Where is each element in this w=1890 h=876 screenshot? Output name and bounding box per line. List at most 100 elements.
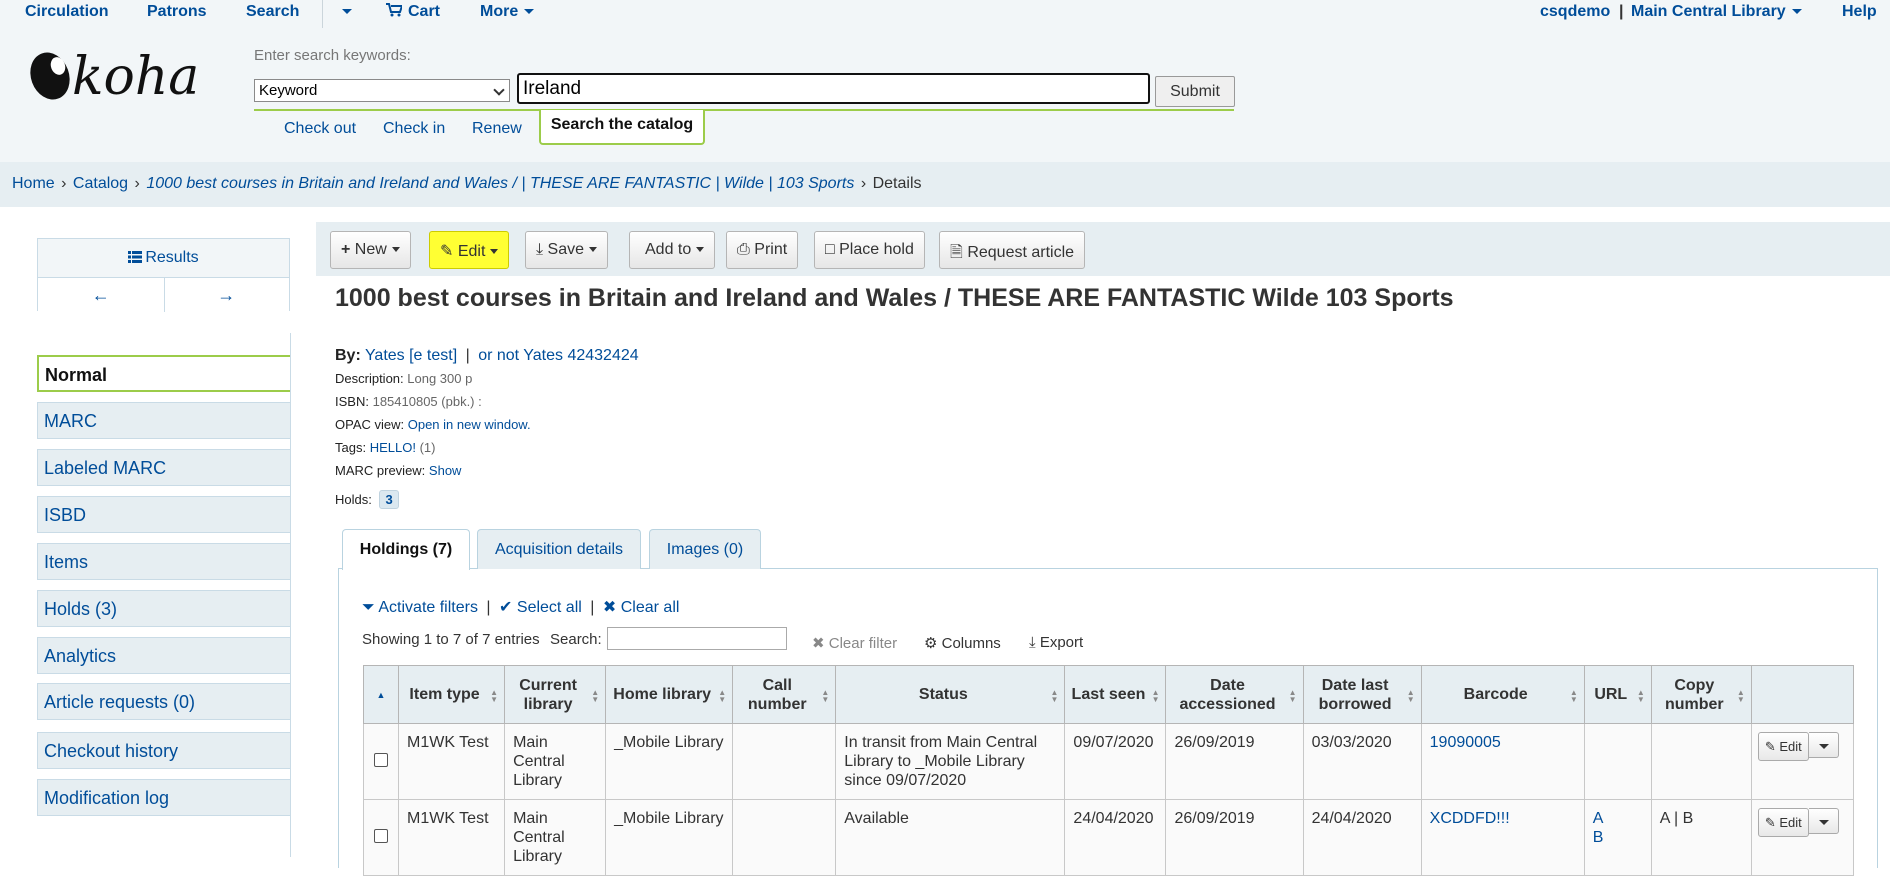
nav-help[interactable]: Help (1842, 3, 1877, 21)
author-link-2[interactable]: or not Yates 42432424 (478, 347, 638, 364)
column-header-status[interactable]: Status ▲ ▼ (835, 665, 1066, 724)
row-checkbox[interactable] (374, 753, 388, 767)
row-select-cell (362, 799, 400, 876)
select-all-link[interactable]: ✔ Select all (499, 599, 582, 616)
nav-library[interactable]: Main Central Library (1631, 3, 1802, 21)
tab-renew[interactable]: Renew (472, 120, 522, 138)
sidebar-item-labeled-marc[interactable]: Labeled MARC (37, 449, 290, 486)
filter-separator: | (590, 599, 595, 616)
filter-icon: ⏷ (362, 599, 375, 616)
barcode-link[interactable]: XCDDFD!!! (1430, 810, 1510, 827)
table-search-input[interactable] (607, 627, 787, 650)
column-header-url[interactable]: URL ▲ ▼ (1583, 665, 1652, 724)
table-header-row: ▲ Item type ▲ ▼ Current library ▲ ▼ Home lib… (362, 665, 1855, 724)
koha-logo-text: koha (72, 47, 199, 104)
column-header-home-library[interactable]: Home library ▲ ▼ (605, 665, 734, 724)
nav-circulation[interactable]: Circulation (25, 3, 109, 21)
results-link[interactable]: Results (38, 239, 289, 277)
print-button[interactable]: ⎙ Print (726, 231, 799, 269)
sidebar-item-checkout-history[interactable]: Checkout history (37, 732, 290, 769)
cell-call-number (732, 723, 837, 800)
barcode-link[interactable]: 19090005 (1430, 734, 1501, 751)
columns-label: Columns (941, 635, 1001, 652)
record-isbn: ISBN: 185410805 (pbk.) : (335, 394, 482, 409)
breadcrumb-catalog[interactable]: Catalog (73, 175, 128, 192)
marc-preview-link[interactable]: Show (429, 463, 462, 478)
sidebar-item-article-requests[interactable]: Article requests (0) (37, 683, 290, 720)
export-button[interactable]: ⤓ Export (1029, 634, 1083, 651)
holds-count-badge[interactable]: 3 (379, 490, 399, 509)
column-header-call-number[interactable]: Call number ▲ ▼ (732, 665, 837, 724)
nav-search-dropdown[interactable] (336, 3, 352, 21)
column-header-date-last-borrowed[interactable]: Date last borrowed ▲ ▼ (1302, 665, 1422, 724)
sort-icon: ▲ ▼ (591, 688, 600, 704)
column-header-date-accessioned[interactable]: Date accessioned ▲ ▼ (1165, 665, 1304, 724)
search-type-select[interactable]: Keyword (254, 79, 510, 102)
nav-search[interactable]: Search (246, 3, 299, 21)
sidebar-item-marc[interactable]: MARC (37, 402, 290, 439)
sidebar-item-items[interactable]: Items (37, 543, 290, 580)
sidebar-item-modification-log[interactable]: Modification log (37, 779, 290, 816)
row-actions-dropdown[interactable] (1808, 732, 1839, 758)
column-header-last-seen[interactable]: Last seen ▲ ▼ (1064, 665, 1167, 724)
new-button[interactable]: + New (330, 231, 411, 269)
place-hold-button[interactable]: □ Place hold (814, 231, 925, 269)
column-header-current-library[interactable]: Current library ▲ ▼ (504, 665, 607, 724)
url-link[interactable]: B (1593, 829, 1604, 846)
column-header-copy-number[interactable]: Copy number ▲ ▼ (1650, 665, 1752, 724)
previous-result-button[interactable]: ← (38, 278, 164, 312)
tag-link[interactable]: HELLO! (370, 440, 416, 455)
edit-button-label: Edit (457, 243, 486, 260)
save-button[interactable]: ⤓ Save (525, 231, 608, 269)
columns-button[interactable]: ⚙ Columns (924, 634, 1001, 652)
author-separator: | (465, 347, 470, 364)
cell-item-type: M1WK Test (398, 799, 506, 876)
add-to-button[interactable]: Add to (629, 231, 716, 269)
url-link[interactable]: A (1593, 810, 1604, 827)
nav-cart[interactable]: Cart (386, 3, 440, 21)
chevron-down-icon (391, 247, 400, 253)
description-value: Long 300 p (407, 371, 473, 386)
cell-url (1583, 723, 1652, 800)
sidebar-item-analytics[interactable]: Analytics (37, 637, 290, 674)
clear-filter-button[interactable]: ✖ Clear filter (812, 634, 897, 652)
cell-item-type: M1WK Test (398, 723, 506, 800)
cell-current-library: Main Central Library (504, 723, 607, 800)
row-checkbox[interactable] (374, 829, 388, 843)
download-icon: ⤓ (536, 241, 544, 258)
edit-button[interactable]: ✎ Edit (429, 231, 510, 269)
breadcrumb-separator: › (134, 175, 140, 192)
next-result-button[interactable]: → (164, 278, 290, 312)
nav-more[interactable]: More (480, 3, 535, 21)
sidebar-item-holds[interactable]: Holds (3) (37, 590, 290, 627)
opac-link[interactable]: Open in new window. (408, 417, 531, 432)
sort-icon: ▲ ▼ (1406, 688, 1415, 704)
row-actions-dropdown[interactable] (1808, 808, 1839, 834)
tab-search-catalog[interactable]: Search the catalog (539, 110, 705, 145)
nav-patrons[interactable]: Patrons (147, 3, 207, 21)
tab-check-out[interactable]: Check out (284, 120, 356, 138)
column-label: Current library (519, 676, 577, 713)
sidebar-item-normal[interactable]: Normal (37, 355, 290, 392)
select-column-header[interactable]: ▲ (362, 665, 400, 724)
tab-acquisition-details[interactable]: Acquisition details (477, 529, 641, 569)
row-edit-button[interactable]: ✎ Edit (1757, 732, 1809, 761)
search-input[interactable] (517, 73, 1150, 104)
tab-images[interactable]: Images (0) (649, 529, 761, 569)
tab-check-in[interactable]: Check in (383, 120, 445, 138)
author-link-1[interactable]: Yates [e test] (365, 347, 457, 364)
column-label: Status (918, 686, 968, 703)
breadcrumb-home[interactable]: Home (12, 175, 55, 192)
koha-logo[interactable]: koha (28, 46, 213, 109)
nav-user[interactable]: csqdemo (1540, 3, 1610, 21)
column-header-barcode[interactable]: Barcode ▲ ▼ (1420, 665, 1585, 724)
tab-holdings[interactable]: Holdings (7) (342, 529, 470, 570)
column-header-item-type[interactable]: Item type ▲ ▼ (398, 665, 506, 724)
breadcrumb-record[interactable]: 1000 best courses in Britain and Ireland… (146, 175, 854, 192)
search-submit-button[interactable]: Submit (1155, 76, 1235, 107)
clear-all-link[interactable]: ✖ Clear all (603, 599, 680, 616)
activate-filters-link[interactable]: ⏷ Activate filters (362, 599, 478, 616)
request-article-button[interactable]: 🗎 Request article (939, 231, 1086, 269)
row-edit-button[interactable]: ✎ Edit (1757, 808, 1809, 837)
sidebar-item-isbd[interactable]: ISBD (37, 496, 290, 533)
